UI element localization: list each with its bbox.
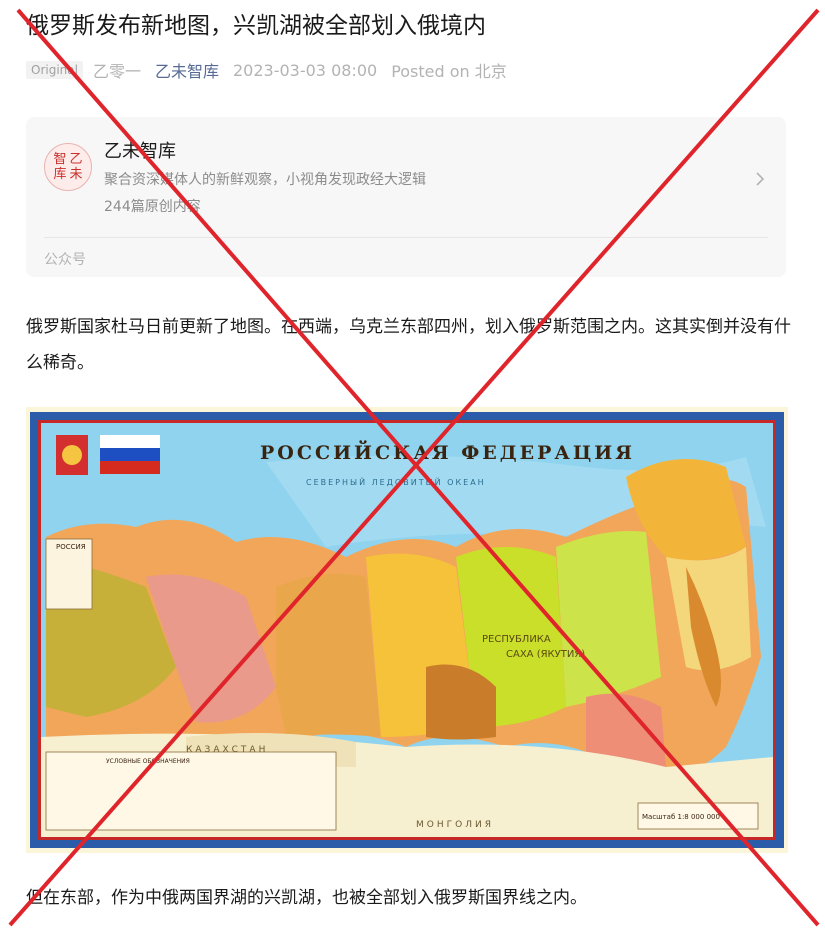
map-heading: РОССИЙСКАЯ ФЕДЕРАЦИЯ xyxy=(260,440,635,464)
logo-char: 乙 xyxy=(69,152,83,167)
map-country-label: КАЗАХСТАН xyxy=(186,745,268,755)
article-title: 俄罗斯发布新地图，兴凯湖被全部划入俄境内 xyxy=(26,13,486,39)
publish-location: Posted on 北京 xyxy=(391,62,507,81)
account-type-label: 公众号 xyxy=(44,252,86,268)
author-name: 乙零一 xyxy=(92,62,141,81)
profile-card[interactable]: 智 乙 库 未 乙未智库 聚合资深媒体人的新鲜观察，小视角发现政经大逻辑 244… xyxy=(26,117,786,277)
account-description: 聚合资深媒体人的新鲜观察，小视角发现政经大逻辑 xyxy=(104,172,426,188)
paragraph-2: 但在东部，作为中俄两国界湖的兴凯湖，也被全部划入俄罗斯国界线之内。 xyxy=(26,888,587,908)
logo-char: 库 xyxy=(53,167,67,182)
map-illustration: РОССИЙСКАЯ ФЕДЕРАЦИЯ СЕВЕРНЫЙ ЛЕДОВИТЫЙ … xyxy=(26,407,788,853)
account-link[interactable]: 乙未智库 xyxy=(155,58,219,82)
map-scale: Масштаб 1:8 000 000 xyxy=(642,813,720,821)
logo-char: 未 xyxy=(69,167,83,182)
publish-date: 2023-03-03 08:00 xyxy=(233,60,378,80)
article-count: 244篇原创内容 xyxy=(104,199,201,215)
russia-map-image: РОССИЙСКАЯ ФЕДЕРАЦИЯ СЕВЕРНЫЙ ЛЕДОВИТЫЙ … xyxy=(26,407,788,853)
map-inset-title: РОССИЯ xyxy=(56,543,86,551)
article-meta: Original 乙零一 乙未智库 2023-03-03 08:00 Poste… xyxy=(26,58,507,82)
chevron-right-icon[interactable] xyxy=(750,169,770,189)
card-divider xyxy=(44,237,768,238)
logo-char: 智 xyxy=(53,152,67,167)
paragraph-1: 俄罗斯国家杜马日前更新了地图。在西端，乌克兰东部四州，划入俄罗斯范围之内。这其实… xyxy=(26,317,791,373)
map-country-label-2: МОНГОЛИЯ xyxy=(416,820,494,830)
map-region-label-2: САХА (ЯКУТИЯ) xyxy=(506,649,585,660)
map-sea-label: СЕВЕРНЫЙ ЛЕДОВИТЫЙ ОКЕАН xyxy=(306,476,486,487)
account-name: 乙未智库 xyxy=(104,141,176,162)
map-legend-title: УСЛОВНЫЕ ОБОЗНАЧЕНИЯ xyxy=(106,758,190,765)
account-avatar: 智 乙 库 未 xyxy=(44,143,92,191)
original-badge: Original xyxy=(26,61,83,79)
map-region-label: РЕСПУБЛИКА xyxy=(482,634,551,645)
